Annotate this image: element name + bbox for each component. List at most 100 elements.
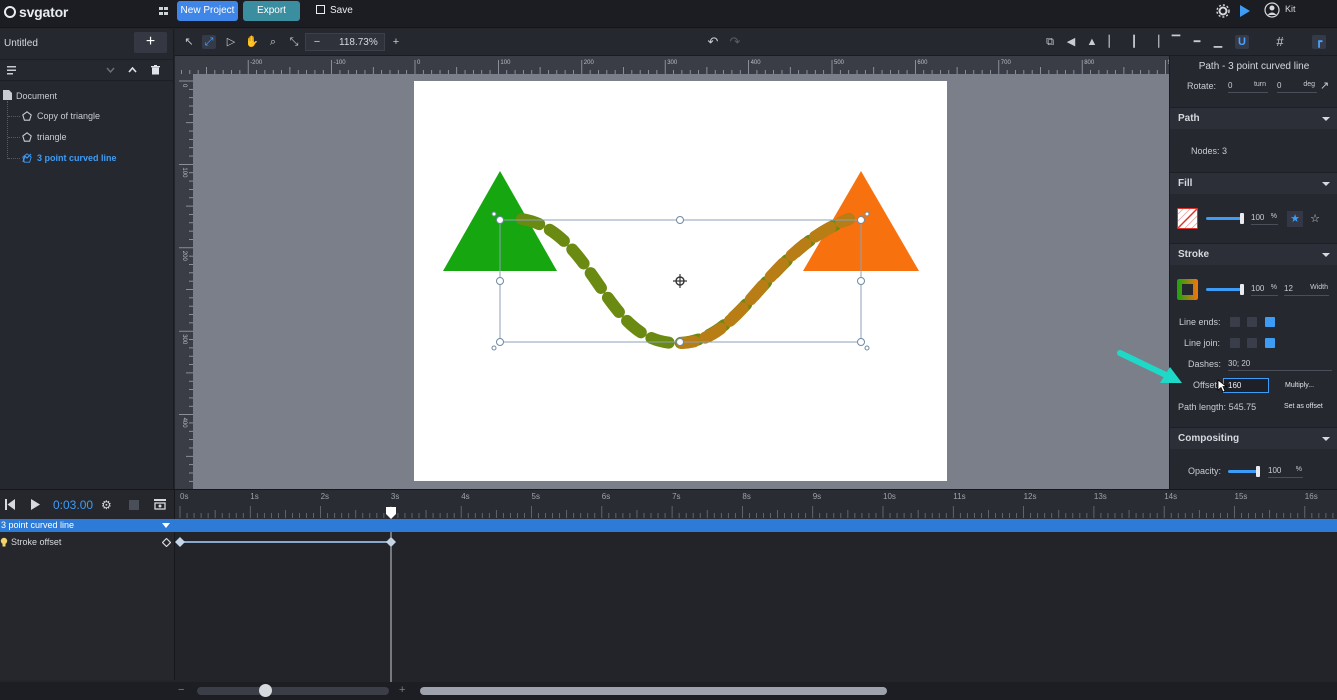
move-up-icon[interactable] <box>128 67 137 73</box>
play-preview-icon[interactable] <box>1239 4 1251 18</box>
flip-vertical-icon[interactable]: ▲ <box>1085 35 1099 49</box>
svgator-logo[interactable]: svgator <box>4 4 68 20</box>
fill-star-icon[interactable]: ☆ <box>1307 211 1323 227</box>
fit-screen-icon[interactable]: ⤡ <box>287 35 301 49</box>
bulb-icon[interactable] <box>0 537 8 547</box>
set-as-offset-button[interactable]: Set as offset <box>1284 403 1323 410</box>
add-keyframe-icon[interactable] <box>162 538 171 547</box>
line-end-square-icon[interactable] <box>1247 317 1257 327</box>
fill-opacity-slider[interactable] <box>1206 217 1242 220</box>
magnet-snap-icon[interactable]: U <box>1235 35 1249 49</box>
play-icon[interactable] <box>30 499 40 510</box>
align-center-icon[interactable]: ┃ <box>1127 35 1141 49</box>
new-project-button[interactable]: New Project <box>177 1 238 21</box>
flip-horizontal-icon[interactable]: ◀ <box>1064 35 1078 49</box>
rotate-reset-icon[interactable]: ↗ <box>1320 79 1329 92</box>
grid-icon[interactable]: # <box>1273 35 1287 49</box>
path-section-header[interactable]: Path <box>1170 107 1337 129</box>
dashes-field[interactable]: 30; 20 <box>1228 359 1332 371</box>
direct-select-icon[interactable]: ▷ <box>224 35 238 49</box>
zoom-out-button[interactable]: − <box>310 35 324 49</box>
user-avatar-icon[interactable] <box>1264 2 1280 18</box>
ruler-label: 100 <box>181 167 187 178</box>
tree-item-document[interactable]: Document <box>16 91 57 101</box>
group-icon[interactable]: ⧉ <box>1043 35 1057 49</box>
stroke-opacity-field[interactable]: 100% <box>1251 284 1278 296</box>
rotate-turn-field[interactable]: 0 turn <box>1228 81 1268 93</box>
stroke-opacity-knob[interactable] <box>1240 284 1244 295</box>
compositing-section-header[interactable]: Compositing <box>1170 427 1337 449</box>
fill-opacity-knob[interactable] <box>1240 213 1244 224</box>
chevron-down-icon[interactable] <box>162 523 170 528</box>
zoom-in-button[interactable]: + <box>389 35 403 49</box>
align-left-icon[interactable]: ▏ <box>1106 35 1120 49</box>
timeline-zoom-track[interactable] <box>197 687 389 695</box>
settings-gear-icon[interactable] <box>1216 4 1230 18</box>
offset-input[interactable]: 160 <box>1223 378 1269 393</box>
document-title[interactable]: Untitled <box>4 38 38 49</box>
fill-section-header[interactable]: Fill <box>1170 172 1337 194</box>
stroke-opacity-slider[interactable] <box>1206 288 1242 291</box>
fill-none-swatch[interactable] <box>1177 208 1198 229</box>
line-join-bevel-icon[interactable] <box>1247 338 1257 348</box>
align-top-icon[interactable]: ▔ <box>1169 35 1183 49</box>
line-join-miter-icon[interactable] <box>1230 338 1240 348</box>
stroke-width-field[interactable]: 12 Width <box>1284 284 1329 296</box>
tree-item-copy-of-triangle[interactable]: Copy of triangle <box>37 111 100 121</box>
ruler-label: 700 <box>1001 60 1012 66</box>
hand-tool-icon[interactable]: ✋ <box>245 35 259 49</box>
save-button[interactable]: Save <box>316 5 353 16</box>
playhead-icon[interactable] <box>386 507 396 519</box>
timeline-ruler[interactable]: 0s 1s 2s 3s 4s 5s 6s 7s 8s 9s 10s 11s 12s 13s 14s 15s 16… <box>175 490 1337 519</box>
artboard[interactable] <box>414 81 947 481</box>
current-time[interactable]: 0:03.00 <box>53 498 93 512</box>
line-end-round-icon[interactable] <box>1265 317 1275 327</box>
go-to-start-icon[interactable] <box>5 499 15 510</box>
fill-star-active-icon[interactable]: ★ <box>1287 211 1303 227</box>
add-element-button[interactable]: + <box>134 32 167 53</box>
multiply-button[interactable]: Multiply... <box>1285 382 1314 389</box>
line-end-butt-icon[interactable] <box>1230 317 1240 327</box>
canvas-area[interactable] <box>193 74 1169 489</box>
apps-grid-icon[interactable] <box>159 7 169 15</box>
rotate-label: Rotate: <box>1187 81 1217 91</box>
tree-item-triangle[interactable]: triangle <box>37 132 67 142</box>
timeline-zoom-knob[interactable] <box>259 684 272 697</box>
align-bottom-icon[interactable]: ▁ <box>1211 35 1225 49</box>
stroke-section-header[interactable]: Stroke <box>1170 243 1337 265</box>
move-down-icon[interactable] <box>106 67 115 73</box>
node-tool-icon[interactable]: ⤢ <box>202 35 216 49</box>
opacity-knob[interactable] <box>1256 466 1260 477</box>
fill-opacity-field[interactable]: 100% <box>1251 213 1278 225</box>
tree-item-3-point-curved-line[interactable]: 3 point curved line <box>37 153 117 163</box>
zoom-level[interactable]: 118.73% <box>339 37 378 48</box>
redo-icon[interactable]: ↷ <box>728 35 742 49</box>
export-button[interactable]: Export <box>243 1 300 21</box>
user-name[interactable]: Kit <box>1285 4 1296 14</box>
line-join-round-icon[interactable] <box>1265 338 1275 348</box>
select-tool-icon[interactable]: ↖ <box>182 35 196 49</box>
zoom-tool-icon[interactable]: ⌕ <box>266 35 280 49</box>
timeline-zoom-in[interactable]: + <box>399 684 405 696</box>
corner-icon[interactable]: ┏ <box>1312 35 1326 49</box>
timeline-zoom-out[interactable]: − <box>178 684 184 696</box>
timeline-settings-icon[interactable]: ⚙ <box>101 498 112 512</box>
opacity-field[interactable]: 100% <box>1268 466 1303 478</box>
timeline-second-label: 11s <box>953 492 965 501</box>
timeline-bottom-bar: − + <box>0 682 1337 700</box>
undo-icon[interactable]: ↶ <box>706 35 720 49</box>
layers-menu-icon[interactable] <box>7 66 17 75</box>
stop-record-icon[interactable] <box>129 500 139 510</box>
stroke-gradient-swatch[interactable] <box>1177 279 1198 300</box>
timeline-property-stroke-offset[interactable]: Stroke offset <box>11 537 61 547</box>
align-right-icon[interactable]: ▕ <box>1148 35 1162 49</box>
align-middle-icon[interactable]: ━ <box>1190 35 1204 49</box>
keyframe-track[interactable] <box>175 532 1337 682</box>
timeline-row-selected[interactable]: 3 point curved line <box>0 519 1337 532</box>
timeline-scrollbar[interactable] <box>420 687 887 695</box>
delete-icon[interactable] <box>151 65 160 75</box>
timeline-view-icon[interactable] <box>154 499 166 510</box>
rotate-deg-field[interactable]: 0 deg <box>1277 81 1317 93</box>
opacity-slider[interactable] <box>1228 470 1258 473</box>
dashes-label: Dashes: <box>1188 359 1222 369</box>
